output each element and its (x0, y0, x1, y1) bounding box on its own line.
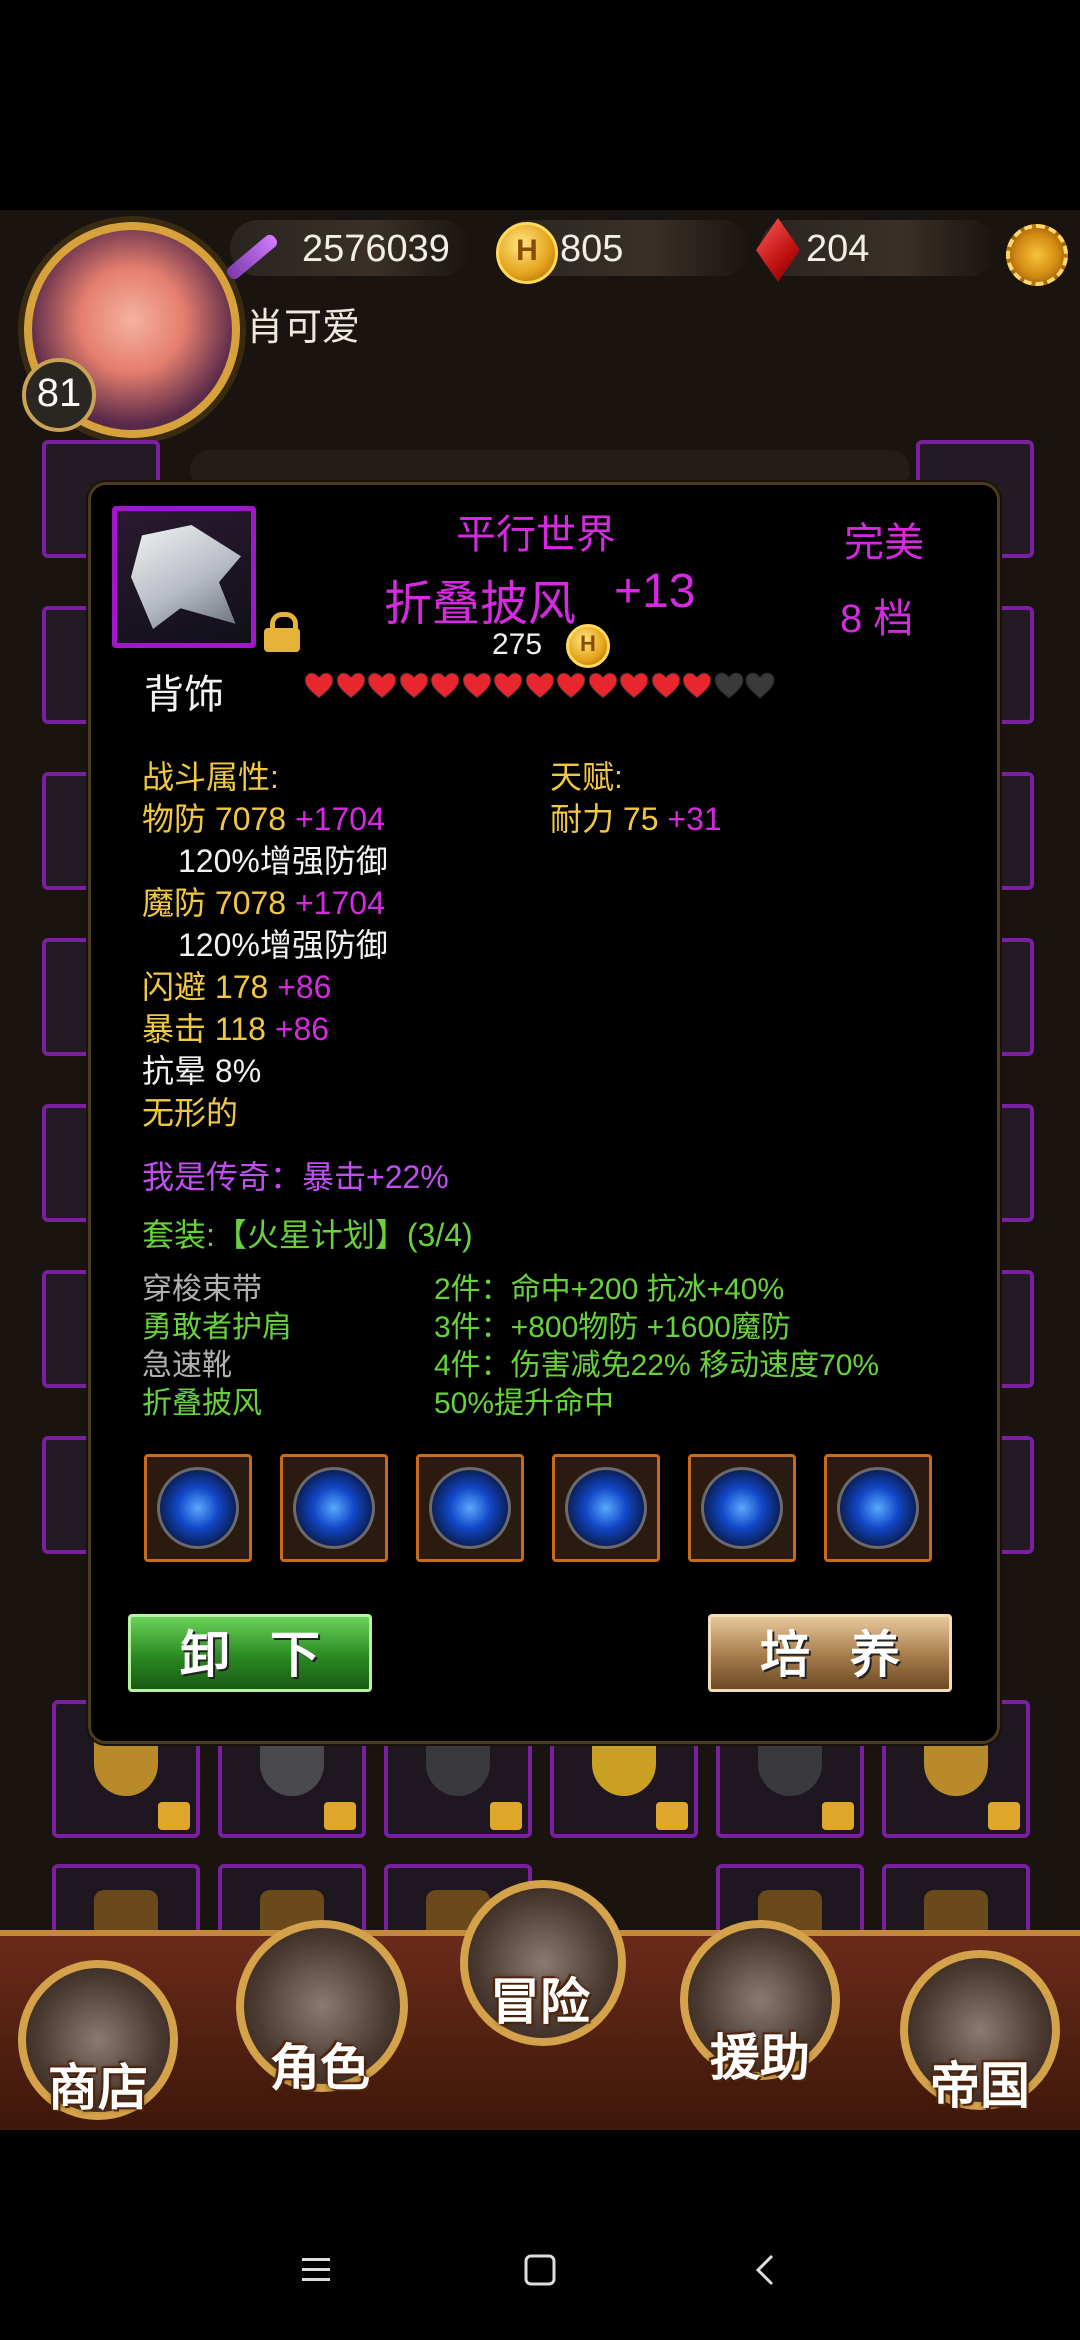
heart-full-icon (461, 672, 492, 700)
item-enhance-level: +13 (614, 565, 696, 618)
heart-full-icon (304, 672, 334, 700)
heart-full-icon (619, 672, 649, 700)
stat-stun-resist: 抗晕 8% (142, 1053, 262, 1089)
heart-full-icon (650, 672, 681, 700)
stat-stamina: 耐力 75 +31 (550, 794, 722, 840)
nav-assist-label: 援助 (710, 2028, 810, 2087)
stat-phys-def-label: 物防 7078 (142, 801, 287, 837)
gem-socket[interactable] (280, 1454, 388, 1562)
nav-empire-label: 帝国 (930, 2056, 1030, 2115)
gem-socket[interactable] (552, 1454, 660, 1562)
talent-header: 天赋: (550, 759, 623, 795)
stat-mag-def-label: 魔防 7078 (142, 885, 287, 921)
heart-full-icon (556, 672, 586, 700)
nav-shop-label: 商店 (48, 2058, 148, 2117)
item-price: 275 (492, 628, 543, 661)
sapphire-gem-icon (429, 1467, 511, 1549)
level-badge: 81 (22, 358, 96, 432)
sapphire-gem-icon (701, 1467, 783, 1549)
item-set-title: 平行世界 (456, 513, 616, 557)
gem-socket[interactable] (144, 1454, 252, 1562)
stat-invisible: 无形的 (142, 1095, 239, 1131)
gem-socket[interactable] (688, 1454, 796, 1562)
power-value: 2576039 (302, 228, 450, 270)
lock-icon (656, 1802, 688, 1830)
unequip-button[interactable]: 卸下 (128, 1614, 372, 1692)
sapphire-gem-icon (565, 1467, 647, 1549)
stat-phys-def: 物防 7078 +1704 (142, 794, 385, 840)
item-name: 折叠披风 (384, 578, 577, 631)
player-name: 肖可爱 (246, 307, 361, 349)
heart-full-icon (524, 672, 555, 700)
stat-mag-def-note: 120%增强防御 (178, 927, 388, 963)
set-bonus: 50%提升命中 (434, 1387, 615, 1420)
item-icon-frame (112, 506, 256, 648)
lock-icon (822, 1802, 854, 1830)
menu-icon[interactable] (286, 2240, 346, 2300)
stat-crit: 暴击 118 +86 (142, 1004, 329, 1050)
set-piece: 折叠披风 (142, 1387, 262, 1420)
heart-empty-icon (713, 672, 744, 700)
durability-hearts (304, 672, 777, 700)
stat-phys-def-bonus: +1704 (294, 801, 385, 837)
gold-coin-icon: H (496, 222, 558, 284)
legend-bonus: 我是传奇：暴击+22% (142, 1159, 449, 1195)
stat-phys-def-note: 120%增强防御 (178, 843, 388, 879)
gem-value: 204 (806, 228, 870, 270)
heart-full-icon (398, 672, 429, 700)
stat-dodge-label: 闪避 178 (142, 969, 269, 1005)
item-slot-type: 背饰 (144, 673, 224, 717)
gem-socket[interactable] (824, 1454, 932, 1562)
stat-stamina-bonus: +31 (667, 801, 722, 837)
heart-empty-icon (745, 672, 775, 700)
heart-full-icon (367, 672, 397, 700)
lock-icon (324, 1802, 356, 1830)
train-button[interactable]: 培养 (708, 1614, 952, 1692)
heart-full-icon (682, 672, 712, 700)
heart-full-icon (430, 672, 460, 700)
cape-icon (131, 525, 241, 629)
heart-full-icon (493, 672, 523, 700)
sapphire-gem-icon (837, 1467, 919, 1549)
lock-icon[interactable] (264, 612, 300, 652)
gem-socket[interactable] (416, 1454, 524, 1562)
stat-crit-bonus: +86 (274, 1011, 330, 1047)
stat-mag-def-bonus: +1704 (294, 885, 385, 921)
gold-coin-icon: H (566, 624, 610, 668)
nav-adventure-label: 冒险 (490, 1972, 590, 2031)
heart-full-icon (335, 672, 366, 700)
item-quality: 完美 (844, 521, 924, 565)
stat-dodge-bonus: +86 (277, 969, 332, 1005)
settings-gear-icon[interactable] (1006, 224, 1068, 286)
heart-full-icon (587, 672, 618, 700)
lock-icon (988, 1802, 1020, 1830)
nav-character-label: 角色 (270, 2038, 370, 2097)
home-icon[interactable] (510, 2240, 570, 2300)
stat-mag-def: 魔防 7078 +1704 (142, 878, 385, 924)
set-title: 套装:【火星计划】(3/4) (142, 1217, 473, 1253)
back-icon[interactable] (736, 2240, 796, 2300)
sapphire-gem-icon (293, 1467, 375, 1549)
lock-icon (490, 1802, 522, 1830)
gold-value: 805 (560, 228, 624, 270)
item-tier: 8 档 (840, 597, 914, 641)
lock-icon (158, 1802, 190, 1830)
sapphire-gem-icon (157, 1467, 239, 1549)
combat-attributes-header: 战斗属性: (142, 759, 279, 795)
stat-dodge: 闪避 178 +86 (142, 962, 331, 1008)
stat-crit-label: 暴击 118 (142, 1011, 266, 1047)
stat-stamina-label: 耐力 75 (550, 801, 659, 837)
